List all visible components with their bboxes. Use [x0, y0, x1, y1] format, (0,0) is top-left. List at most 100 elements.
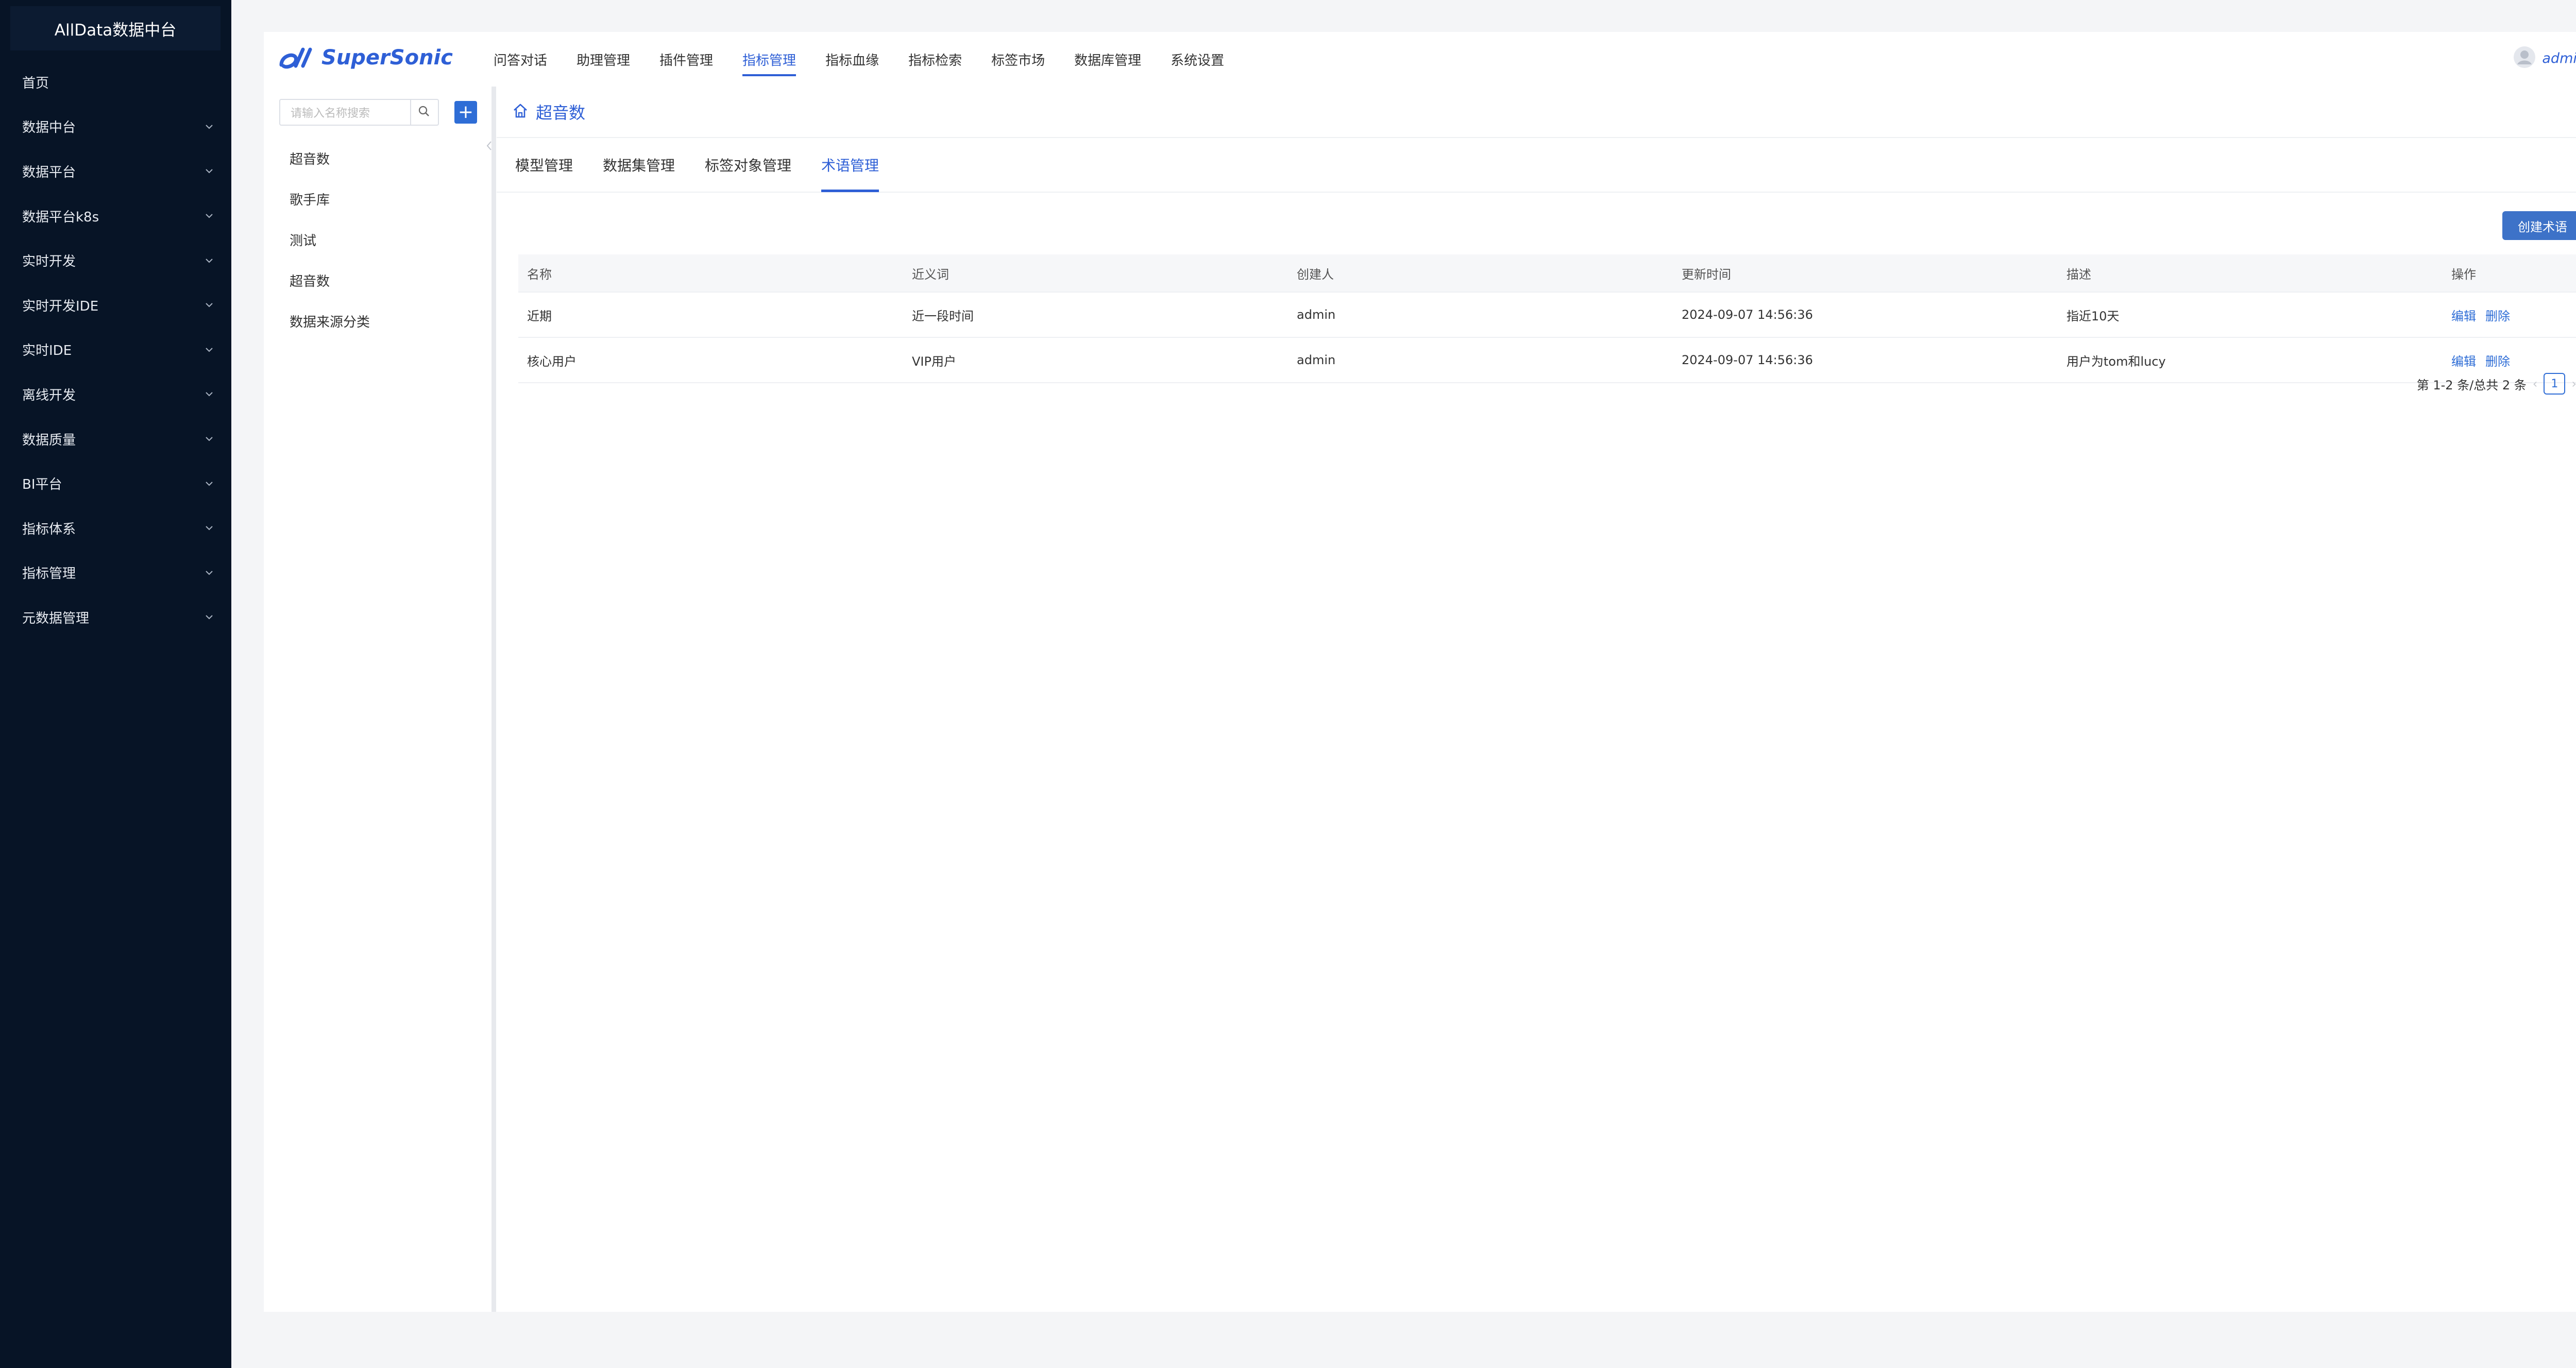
nav-tag-market[interactable]: 标签市场: [991, 32, 1045, 87]
sidebar-item-label: 指标体系: [22, 521, 76, 537]
page-title[interactable]: 超音数: [536, 100, 585, 124]
table-row: 核心用户 VIP用户 admin 2024-09-07 14:56:36 用户为…: [518, 338, 2576, 383]
sidebar-item-home[interactable]: 首页: [0, 60, 231, 105]
chevron-down-icon: [202, 164, 216, 178]
logo-text: SuperSonic: [321, 46, 453, 70]
sidebar-menu: 首页 数据中台 数据平台 数据平台k8s 实时开发 实时开发IDE 实时IDE …: [0, 60, 231, 640]
nav-metric-search[interactable]: 指标检索: [908, 32, 962, 87]
main-panel: SuperSonic 问答对话 助理管理 插件管理 指标管理 指标血缘 指标检索…: [264, 32, 2576, 1312]
cell-name: 近期: [527, 309, 552, 323]
search-button[interactable]: [410, 99, 439, 126]
chevron-down-icon: [202, 298, 216, 312]
sidebar-item-label: 数据平台k8s: [22, 209, 99, 225]
column-header-description: 描述: [2066, 267, 2091, 282]
cell-creator: admin: [1297, 307, 1336, 322]
cell-creator: admin: [1297, 353, 1336, 367]
sidebar-item-data-quality[interactable]: 数据质量: [0, 417, 231, 461]
tab-term-management[interactable]: 术语管理: [821, 138, 879, 192]
sidebar-item-metric-management[interactable]: 指标管理: [0, 551, 231, 595]
collapse-left-icon[interactable]: [485, 140, 496, 156]
nav-metric-lineage[interactable]: 指标血缘: [825, 32, 879, 87]
pagination: 第 1-2 条/总共 2 条 ‹ 1 ›: [2417, 373, 2576, 395]
cell-synonym: 近一段时间: [912, 309, 974, 323]
column-header-creator: 创建人: [1297, 267, 1334, 282]
nav-plugin-management[interactable]: 插件管理: [659, 32, 713, 87]
nav-assistant-management[interactable]: 助理管理: [577, 32, 630, 87]
delete-link[interactable]: 删除: [2485, 309, 2510, 323]
edit-link[interactable]: 编辑: [2451, 354, 2476, 369]
avatar-icon: [2513, 46, 2536, 71]
page-number-button[interactable]: 1: [2544, 373, 2566, 395]
logo-icon: [278, 42, 315, 73]
nav-qa-dialog[interactable]: 问答对话: [494, 32, 547, 87]
tab-bar: 模型管理 数据集管理 标签对象管理 术语管理: [497, 138, 2576, 193]
next-page-button[interactable]: ›: [2571, 377, 2576, 391]
breadcrumb: 超音数: [497, 87, 2576, 138]
sidebar-item-metric-system[interactable]: 指标体系: [0, 506, 231, 551]
chevron-down-icon: [202, 432, 216, 446]
panel-divider[interactable]: [492, 87, 496, 1312]
tree-item[interactable]: 测试: [290, 219, 370, 260]
chevron-down-icon: [202, 610, 216, 624]
tree-item[interactable]: 超音数: [290, 138, 370, 179]
tree-item[interactable]: 超音数: [290, 260, 370, 301]
sidebar-item-data-center[interactable]: 数据中台: [0, 105, 231, 149]
cell-description: 用户为tom和lucy: [2066, 354, 2166, 369]
sidebar-item-label: 数据中台: [22, 120, 76, 136]
sidebar-item-label: 离线开发: [22, 387, 76, 403]
user-menu[interactable]: admin: [2513, 46, 2576, 71]
sidebar-item-label: BI平台: [22, 477, 62, 493]
sidebar-item-offline-dev[interactable]: 离线开发: [0, 372, 231, 417]
create-term-button[interactable]: 创建术语: [2502, 211, 2576, 240]
nav-system-settings[interactable]: 系统设置: [1171, 32, 1224, 87]
app-title: AllData数据中台: [10, 6, 221, 50]
sidebar-item-bi-platform[interactable]: BI平台: [0, 461, 231, 506]
chevron-down-icon: [202, 477, 216, 490]
supersonic-logo[interactable]: SuperSonic: [278, 42, 453, 73]
sidebar-item-data-platform[interactable]: 数据平台: [0, 149, 231, 194]
chevron-down-icon: [202, 120, 216, 133]
tab-model-management[interactable]: 模型管理: [515, 138, 573, 192]
cell-updated: 2024-09-07 14:56:36: [1682, 353, 1813, 367]
prev-page-button[interactable]: ‹: [2533, 377, 2538, 391]
search-icon: [418, 105, 430, 119]
top-navigation: SuperSonic 问答对话 助理管理 插件管理 指标管理 指标血缘 指标检索…: [264, 32, 2576, 87]
content-area: 超音数 模型管理 数据集管理 标签对象管理 术语管理 创建术语 名称 近义词 创…: [497, 87, 2576, 1312]
cell-synonym: VIP用户: [912, 354, 956, 369]
user-name: admin: [2542, 50, 2576, 66]
cell-updated: 2024-09-07 14:56:36: [1682, 307, 1813, 322]
column-header-actions: 操作: [2451, 267, 2476, 282]
pagination-summary: 第 1-2 条/总共 2 条: [2416, 378, 2527, 392]
domain-tree-panel: 请输入名称搜索 + 超音数 歌手库 测试 超音数 数据来源分类: [264, 87, 493, 1312]
home-icon[interactable]: [512, 102, 529, 121]
tab-dataset-management[interactable]: 数据集管理: [603, 138, 675, 192]
delete-link[interactable]: 删除: [2485, 354, 2510, 369]
sidebar-item-realtime-dev-ide[interactable]: 实时开发IDE: [0, 283, 231, 328]
chevron-down-icon: [202, 343, 216, 356]
sidebar-item-realtime-dev[interactable]: 实时开发: [0, 238, 231, 283]
edit-link[interactable]: 编辑: [2451, 309, 2476, 323]
nav-database-management[interactable]: 数据库管理: [1074, 32, 1141, 87]
sidebar-item-realtime-ide[interactable]: 实时IDE: [0, 328, 231, 372]
column-header-synonym: 近义词: [912, 267, 949, 282]
tree-item[interactable]: 歌手库: [290, 179, 370, 219]
left-sidebar: AllData数据中台 首页 数据中台 数据平台 数据平台k8s 实时开发 实时…: [0, 0, 231, 1368]
tree-item[interactable]: 数据来源分类: [290, 301, 370, 341]
sidebar-item-label: 数据平台: [22, 164, 76, 180]
chevron-down-icon: [202, 387, 216, 401]
search-placeholder: 请输入名称搜索: [291, 107, 370, 120]
sidebar-item-metadata-management[interactable]: 元数据管理: [0, 595, 231, 640]
search-input[interactable]: 请输入名称搜索: [279, 99, 411, 126]
tab-tag-object-management[interactable]: 标签对象管理: [705, 138, 791, 192]
sidebar-item-label: 实时IDE: [22, 343, 72, 359]
cell-actions: 编辑 删除: [2443, 351, 2576, 369]
sidebar-item-label: 实时开发IDE: [22, 298, 99, 314]
nav-metric-management[interactable]: 指标管理: [742, 32, 796, 87]
column-header-name: 名称: [527, 267, 552, 282]
sidebar-item-data-platform-k8s[interactable]: 数据平台k8s: [0, 194, 231, 238]
cell-actions: 编辑 删除: [2443, 306, 2576, 324]
sidebar-item-label: 指标管理: [22, 566, 76, 582]
add-domain-button[interactable]: +: [454, 101, 477, 124]
cell-description: 指近10天: [2066, 309, 2120, 323]
table-row: 近期 近一段时间 admin 2024-09-07 14:56:36 指近10天…: [518, 293, 2576, 338]
